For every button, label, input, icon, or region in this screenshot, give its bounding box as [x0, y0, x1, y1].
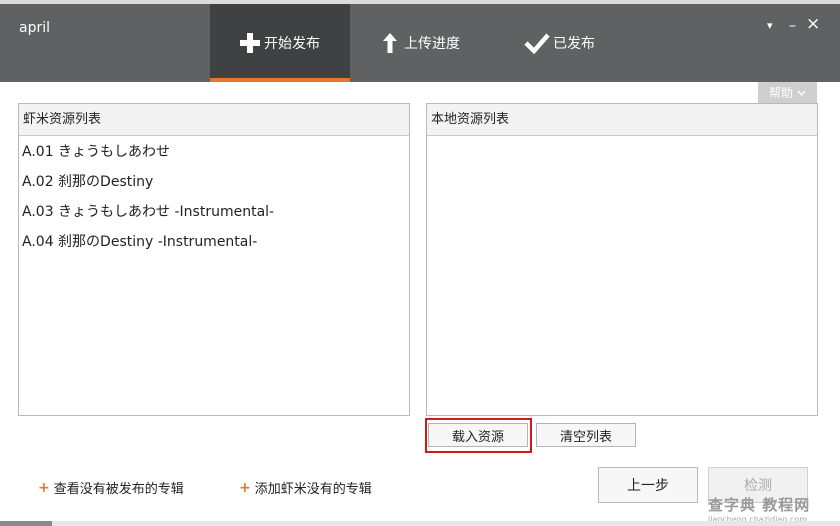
help-button-label: 帮助: [768, 86, 793, 100]
tab-upload-progress[interactable]: 上传进度: [382, 4, 492, 82]
list-item[interactable]: A.01 きょうもしあわせ: [19, 137, 409, 167]
minimize-icon[interactable]: –: [789, 18, 796, 34]
bottom-border: [0, 521, 840, 526]
add-missing-albums-label: 添加虾米没有的专辑: [254, 482, 372, 497]
title-bar: april 开始发布 上传进度 已发布 ▾ – ×: [0, 0, 840, 82]
bottom-scroll-indicator: [0, 521, 52, 526]
active-tab-indicator: [210, 78, 350, 82]
view-unpublished-albums-link[interactable]: + 查看没有被发布的专辑: [38, 478, 184, 498]
load-resources-button[interactable]: 载入资源: [428, 423, 528, 447]
plus-icon: +: [239, 479, 251, 496]
menu-dropdown-icon[interactable]: ▾: [767, 18, 773, 34]
username-label: april: [19, 20, 51, 36]
close-icon[interactable]: ×: [806, 16, 820, 33]
list-item[interactable]: A.03 きょうもしあわせ -Instrumental-: [19, 197, 409, 227]
list-item[interactable]: A.04 刹那のDestiny -Instrumental-: [19, 227, 409, 257]
clear-list-button[interactable]: 清空列表: [536, 423, 636, 447]
previous-step-button[interactable]: 上一步: [598, 467, 698, 503]
add-missing-albums-link[interactable]: + 添加虾米没有的专辑: [239, 478, 372, 498]
list-item[interactable]: A.02 刹那のDestiny: [19, 167, 409, 197]
plus-icon: [239, 32, 261, 54]
local-resource-panel: 本地资源列表: [426, 103, 818, 416]
tab-published[interactable]: 已发布: [524, 4, 624, 82]
check-icon: [524, 32, 550, 54]
tab-start-publish[interactable]: 开始发布: [210, 4, 350, 82]
xiami-resource-panel-title: 虾米资源列表: [19, 104, 409, 136]
view-unpublished-albums-label: 查看没有被发布的专辑: [53, 482, 184, 497]
tab-start-publish-label: 开始发布: [264, 36, 320, 52]
chevron-down-icon: [797, 90, 806, 96]
tab-published-label: 已发布: [553, 36, 595, 52]
watermark: 查字典 教程网 jiaocheng.chazidian.com: [708, 494, 836, 524]
tab-upload-progress-label: 上传进度: [404, 36, 460, 52]
xiami-resource-list: A.01 きょうもしあわせ A.02 刹那のDestiny A.03 きょうもし…: [19, 136, 409, 257]
local-resource-panel-title: 本地资源列表: [427, 104, 817, 136]
watermark-main-text: 查字典 教程网: [708, 496, 811, 514]
xiami-resource-panel: 虾米资源列表 A.01 きょうもしあわせ A.02 刹那のDestiny A.0…: [18, 103, 410, 416]
plus-icon: +: [38, 479, 50, 496]
arrow-up-icon: [382, 32, 398, 54]
help-button[interactable]: 帮助: [758, 82, 817, 103]
